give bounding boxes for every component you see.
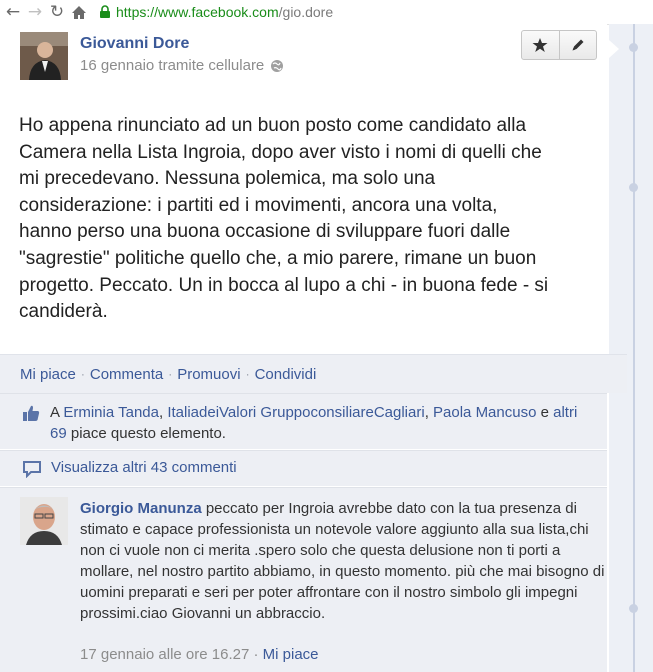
author-avatar[interactable] xyxy=(20,32,68,80)
liker-link[interactable]: ItaliadeiValori GruppoconsiliareCagliari xyxy=(167,404,424,421)
post-body: Ho appena rinunciato ad un buon posto co… xyxy=(19,115,549,323)
home-icon[interactable] xyxy=(68,1,90,23)
comment-bubble-icon xyxy=(23,461,41,478)
timeline-dot xyxy=(629,43,638,52)
liker-link[interactable]: Erminia Tanda xyxy=(63,404,159,421)
separator: · xyxy=(80,367,85,381)
forward-arrow-icon[interactable]: → xyxy=(24,1,46,23)
timeline-dot xyxy=(629,604,638,613)
liker-link[interactable]: Paola Mancuso xyxy=(433,404,536,421)
commenter-name[interactable]: Giorgio Manunza xyxy=(80,500,202,517)
post-meta: 16 gennaio tramite cellulare xyxy=(80,57,284,74)
post-actions-row: Mi piace · Commenta · Promuovi · Condivi… xyxy=(0,354,627,393)
lock-icon xyxy=(100,5,110,18)
star-button[interactable] xyxy=(522,31,559,59)
url-path-part: /gio.dore xyxy=(278,4,334,20)
separator: · xyxy=(245,367,250,381)
thumbs-up-icon xyxy=(23,405,40,421)
globe-icon xyxy=(271,59,284,72)
comment-like-link[interactable]: Mi piace xyxy=(263,646,319,663)
separator: · xyxy=(168,367,173,381)
likes-suffix: piace questo elemento. xyxy=(70,425,226,442)
timeline-line xyxy=(633,24,635,672)
post-pointer-arrow xyxy=(609,40,619,58)
comment-meta: 17 gennaio alle ore 16.27 · Mi piace xyxy=(80,646,319,663)
likes-prefix: A xyxy=(50,404,60,421)
separator: · xyxy=(253,646,259,663)
back-arrow-icon[interactable]: ← xyxy=(2,1,24,23)
address-bar[interactable]: https://www.facebook.com/gio.dore xyxy=(98,4,333,20)
reload-icon[interactable]: ↻ xyxy=(46,1,68,23)
post-action-buttons xyxy=(521,30,597,60)
edit-button[interactable] xyxy=(558,31,597,59)
timeline-dot xyxy=(629,183,638,192)
likes-separator: , xyxy=(158,404,164,421)
share-link[interactable]: Condividi xyxy=(255,366,317,383)
comment-link[interactable]: Commenta xyxy=(90,366,163,383)
comment-timestamp[interactable]: 17 gennaio alle ore 16.27 xyxy=(80,646,249,663)
like-link[interactable]: Mi piace xyxy=(20,366,76,383)
pencil-icon xyxy=(572,39,584,51)
comment-body: Giorgio Manunza peccato per Ingroia avre… xyxy=(80,498,605,624)
view-more-comments-row: Visualizza altri 43 commenti xyxy=(0,450,607,486)
browser-toolbar: ← → ↻ https://www.facebook.com/gio.dore xyxy=(0,0,653,25)
view-more-comments-link[interactable]: Visualizza altri 43 commenti xyxy=(51,459,237,476)
likes-summary: A Erminia Tanda, ItaliadeiValori Gruppoc… xyxy=(0,393,607,449)
promote-link[interactable]: Promuovi xyxy=(177,366,240,383)
author-name[interactable]: Giovanni Dore xyxy=(80,35,189,53)
likes-text: A Erminia Tanda, ItaliadeiValori Gruppoc… xyxy=(50,402,595,444)
timeline-rail xyxy=(609,24,653,672)
comment-text: peccato per Ingroia avrebbe dato con la … xyxy=(80,500,605,622)
post-timestamp[interactable]: 16 gennaio tramite cellulare xyxy=(80,57,264,74)
comment: Giorgio Manunza peccato per Ingroia avre… xyxy=(0,487,607,672)
url-secure-part: https://www.facebook.com xyxy=(116,4,279,20)
likes-and: e xyxy=(540,404,549,421)
likes-separator: , xyxy=(424,404,429,421)
commenter-avatar[interactable] xyxy=(20,497,68,545)
star-icon xyxy=(532,38,548,52)
